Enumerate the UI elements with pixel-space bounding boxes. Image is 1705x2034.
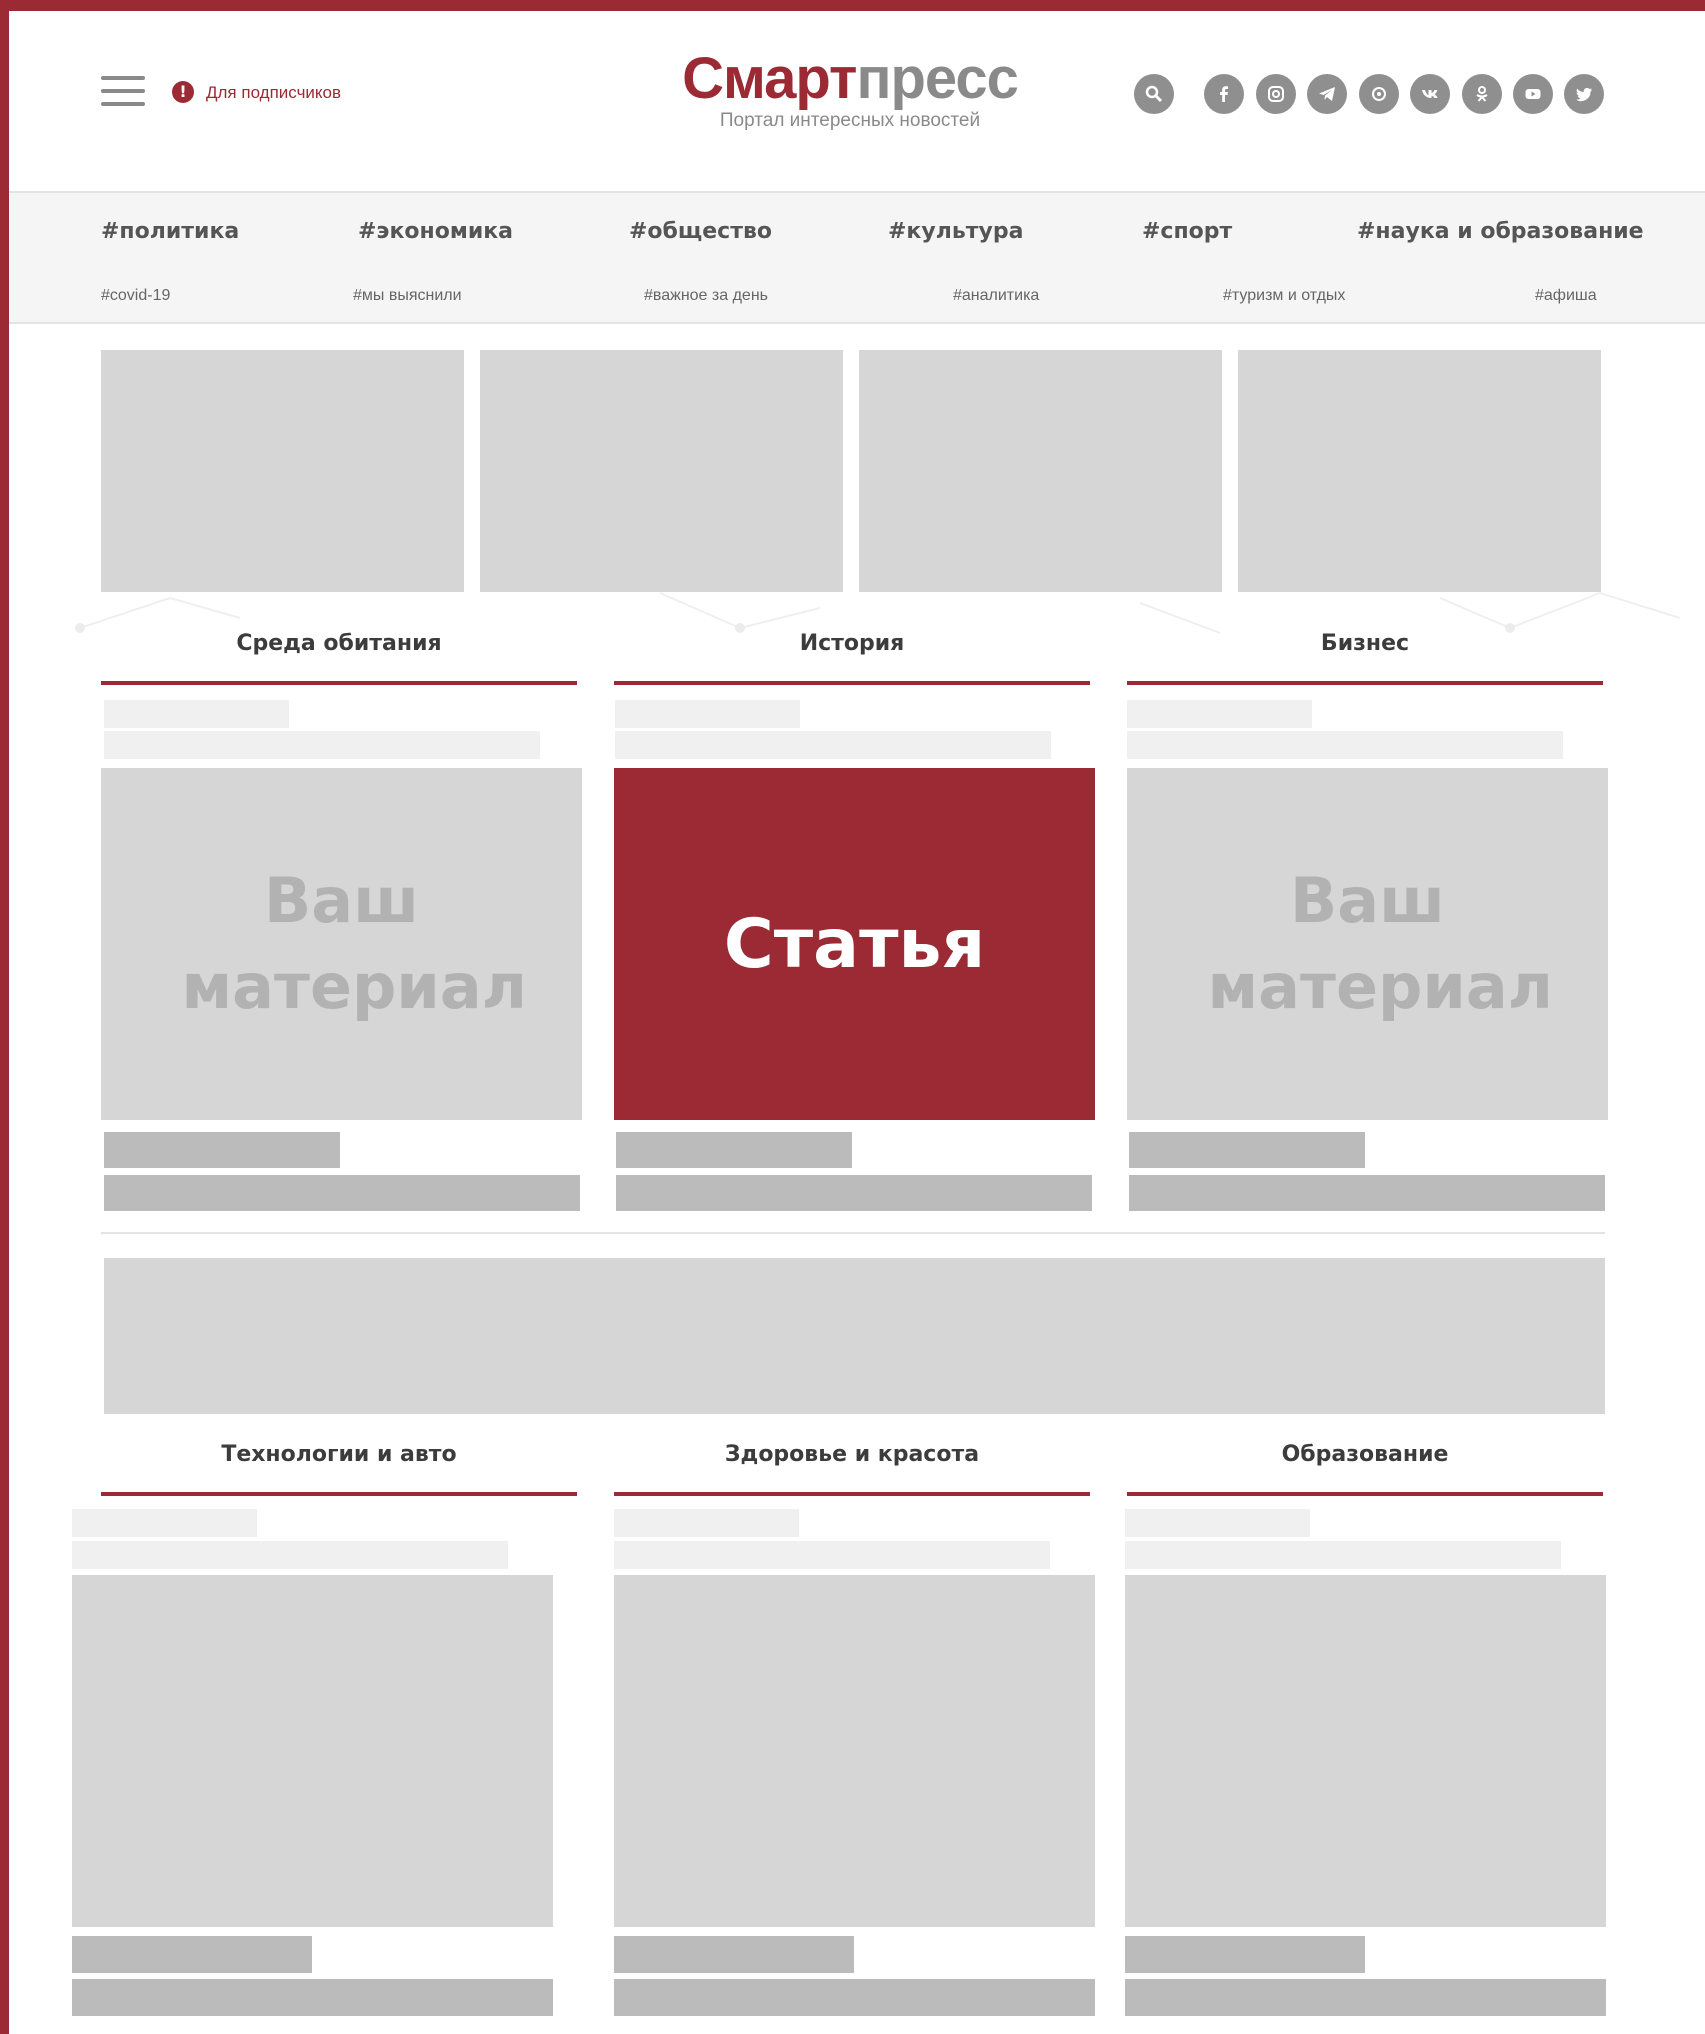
text-placeholder — [72, 1979, 553, 2016]
text-placeholder — [1125, 1541, 1561, 1569]
text-placeholder — [104, 731, 540, 759]
telegram-icon[interactable] — [1307, 74, 1347, 114]
section-underline — [101, 1492, 577, 1496]
section-title-business[interactable]: Бизнес — [1127, 631, 1603, 656]
section-underline — [1127, 681, 1603, 685]
card-image-2[interactable] — [614, 1575, 1095, 1927]
featured-image-1[interactable] — [101, 350, 464, 592]
featured-image-2[interactable] — [480, 350, 843, 592]
nav-tag-important-today[interactable]: #важное за день — [644, 287, 768, 305]
text-placeholder — [104, 700, 289, 728]
section-underline — [614, 1492, 1090, 1496]
text-placeholder — [615, 731, 1051, 759]
text-placeholder — [72, 1936, 312, 1973]
card-label: Статья — [723, 904, 986, 984]
section-underline — [101, 681, 577, 685]
nav-tag-afisha[interactable]: #афиша — [1535, 287, 1597, 305]
card-your-material-2[interactable]: Ваш материал — [1127, 768, 1608, 1120]
nav-tag-covid[interactable]: #covid-19 — [101, 287, 170, 305]
nav-tag-we-found-out[interactable]: #мы выяснили — [353, 287, 462, 305]
nav-tag-economy[interactable]: #экономика — [358, 219, 513, 244]
card-image-3[interactable] — [1125, 1575, 1606, 1927]
card-label: Ваш материал — [181, 864, 528, 1023]
instagram-icon[interactable] — [1256, 74, 1296, 114]
text-placeholder — [104, 1175, 580, 1211]
nav-tag-analytics[interactable]: #аналитика — [953, 287, 1039, 305]
nav-tag-tourism[interactable]: #туризм и отдых — [1223, 287, 1345, 305]
section-title-habitat[interactable]: Среда обитания — [101, 631, 577, 656]
text-placeholder — [1129, 1132, 1365, 1168]
youtube-icon[interactable] — [1513, 74, 1553, 114]
site-logo[interactable]: Смартпресс — [660, 48, 1040, 110]
section-underline — [614, 681, 1090, 685]
top-frame-border — [0, 0, 1705, 11]
text-placeholder — [1125, 1936, 1365, 1973]
exclamation-icon: ! — [172, 81, 194, 103]
text-placeholder — [72, 1509, 257, 1537]
nav-tag-society[interactable]: #общество — [629, 219, 772, 244]
vk-icon[interactable] — [1410, 74, 1450, 114]
text-placeholder — [614, 1509, 799, 1537]
text-placeholder — [1129, 1175, 1605, 1211]
card-label: Ваш материал — [1207, 864, 1554, 1023]
search-icon[interactable] — [1134, 74, 1174, 114]
twitter-icon[interactable] — [1564, 74, 1604, 114]
logo-part-1: Смарт — [682, 46, 857, 111]
nav-tag-politics[interactable]: #политика — [101, 219, 239, 244]
text-placeholder — [614, 1936, 854, 1973]
featured-image-3[interactable] — [859, 350, 1222, 592]
tags-nav-band — [9, 191, 1705, 324]
section-title-tech-auto[interactable]: Технологии и авто — [101, 1442, 577, 1467]
featured-image-4[interactable] — [1238, 350, 1601, 592]
section-underline — [1127, 1492, 1603, 1496]
text-placeholder — [104, 1132, 340, 1168]
text-placeholder — [72, 1541, 508, 1569]
site-tagline: Портал интересных новостей — [719, 110, 981, 131]
logo-part-2: пресс — [856, 46, 1018, 111]
text-placeholder — [1127, 700, 1312, 728]
nav-tag-culture[interactable]: #культура — [888, 219, 1023, 244]
card-article[interactable]: Статья — [614, 768, 1095, 1120]
subscribers-link[interactable]: Для подписчиков — [206, 83, 341, 103]
menu-icon[interactable] — [101, 76, 145, 110]
section-title-education[interactable]: Образование — [1127, 1442, 1603, 1467]
section-divider — [101, 1232, 1605, 1234]
banner-placeholder[interactable] — [104, 1258, 1605, 1414]
facebook-icon[interactable] — [1204, 74, 1244, 114]
text-placeholder — [1127, 731, 1563, 759]
section-title-history[interactable]: История — [614, 631, 1090, 656]
card-your-material-1[interactable]: Ваш материал — [101, 768, 582, 1120]
text-placeholder — [616, 1175, 1092, 1211]
ok-icon[interactable] — [1462, 74, 1502, 114]
odnoklassniki-icon[interactable] — [1359, 74, 1399, 114]
left-frame-border — [0, 0, 9, 2034]
section-title-health-beauty[interactable]: Здоровье и красота — [614, 1442, 1090, 1467]
card-image-1[interactable] — [72, 1575, 553, 1927]
text-placeholder — [1125, 1509, 1310, 1537]
nav-tag-science[interactable]: #наука и образование — [1357, 219, 1644, 244]
text-placeholder — [1125, 1979, 1606, 2016]
text-placeholder — [614, 1979, 1095, 2016]
nav-tag-sport[interactable]: #спорт — [1142, 219, 1232, 244]
text-placeholder — [616, 1132, 852, 1168]
text-placeholder — [614, 1541, 1050, 1569]
text-placeholder — [615, 700, 800, 728]
